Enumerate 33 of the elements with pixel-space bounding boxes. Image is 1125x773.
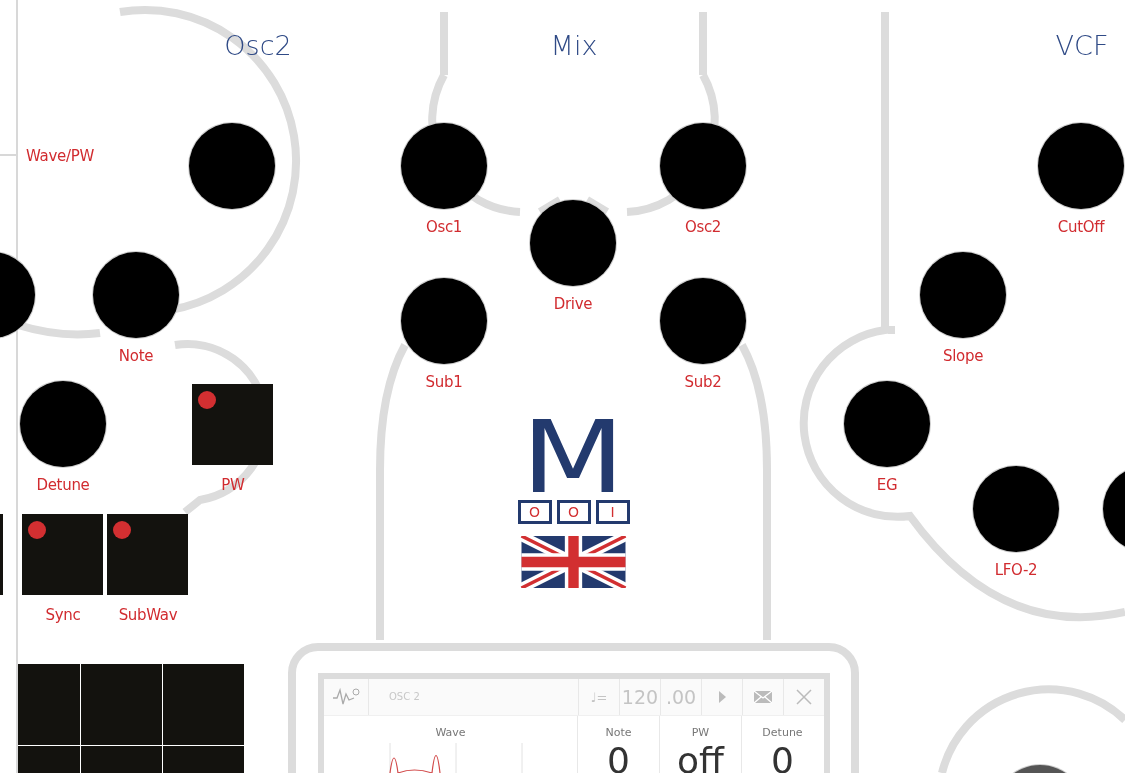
logo-digit: I (595, 500, 630, 524)
knob-label: Drive (553, 295, 593, 313)
switch-label: PW (221, 476, 245, 494)
knob-label: Osc2 (684, 218, 722, 236)
logo-letter: M (521, 418, 626, 498)
knob-label: Sub2 (684, 373, 722, 391)
knob-label: Detune (36, 476, 90, 494)
section-title: VCF (1055, 29, 1109, 61)
switch-label: SubWav (118, 606, 178, 624)
section-title: Mix (550, 29, 598, 61)
knob-label: EG (876, 476, 898, 494)
knob-label: Note (118, 347, 154, 365)
column-heading: Note (605, 725, 632, 741)
parameter-value: 0 (771, 743, 794, 773)
column-heading: PW (691, 725, 710, 741)
knob-label: Slope (942, 347, 984, 365)
column-heading: Wave (435, 725, 466, 741)
knob-label: CutOff (1057, 218, 1105, 236)
toggle-switch[interactable] (192, 384, 273, 465)
knob-label: Wave/PW (26, 147, 94, 165)
column-heading: Detune (762, 725, 803, 741)
switch-label: Sync (45, 606, 81, 624)
parameter-value: 0 (607, 743, 630, 773)
knob-label: Sub1 (425, 373, 463, 391)
logo-digit: O (517, 500, 552, 524)
logo-digit: O (556, 500, 591, 524)
knob-label: Osc1 (425, 218, 463, 236)
toggle-switch[interactable] (107, 514, 188, 595)
parameter-value: off (677, 743, 724, 773)
toggle-switch[interactable] (22, 514, 103, 595)
flag-icon (520, 536, 627, 588)
knob-label: LFO-2 (994, 561, 1038, 579)
section-title: Osc2 (224, 29, 292, 61)
